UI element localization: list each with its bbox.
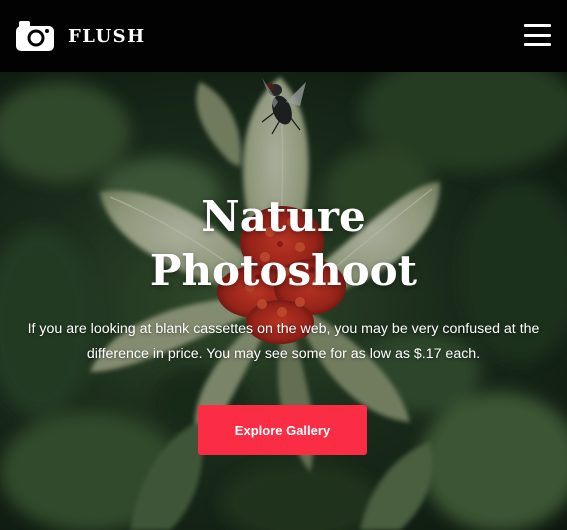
brand-name: FLUSH	[68, 25, 146, 47]
camera-icon	[16, 21, 54, 51]
menu-bar	[524, 24, 551, 27]
page: FLUSH Nature Photoshoot If you are looki…	[0, 0, 567, 530]
hero-description: If you are looking at blank cassettes on…	[27, 321, 540, 362]
hero-title: Nature Photoshoot	[0, 190, 567, 298]
brand-logo-link[interactable]: FLUSH	[16, 20, 146, 52]
hamburger-menu-icon[interactable]	[524, 24, 551, 46]
hero-content: Nature Photoshoot If you are looking at …	[0, 72, 567, 530]
hero-title-line-1: Nature	[201, 192, 366, 241]
hero-title-line-2: Photoshoot	[149, 246, 418, 295]
site-header: FLUSH	[0, 0, 567, 72]
menu-bar	[524, 33, 551, 37]
hero-section: Nature Photoshoot If you are looking at …	[0, 72, 567, 530]
menu-bar	[524, 43, 551, 46]
explore-gallery-button[interactable]: Explore Gallery	[198, 405, 367, 455]
